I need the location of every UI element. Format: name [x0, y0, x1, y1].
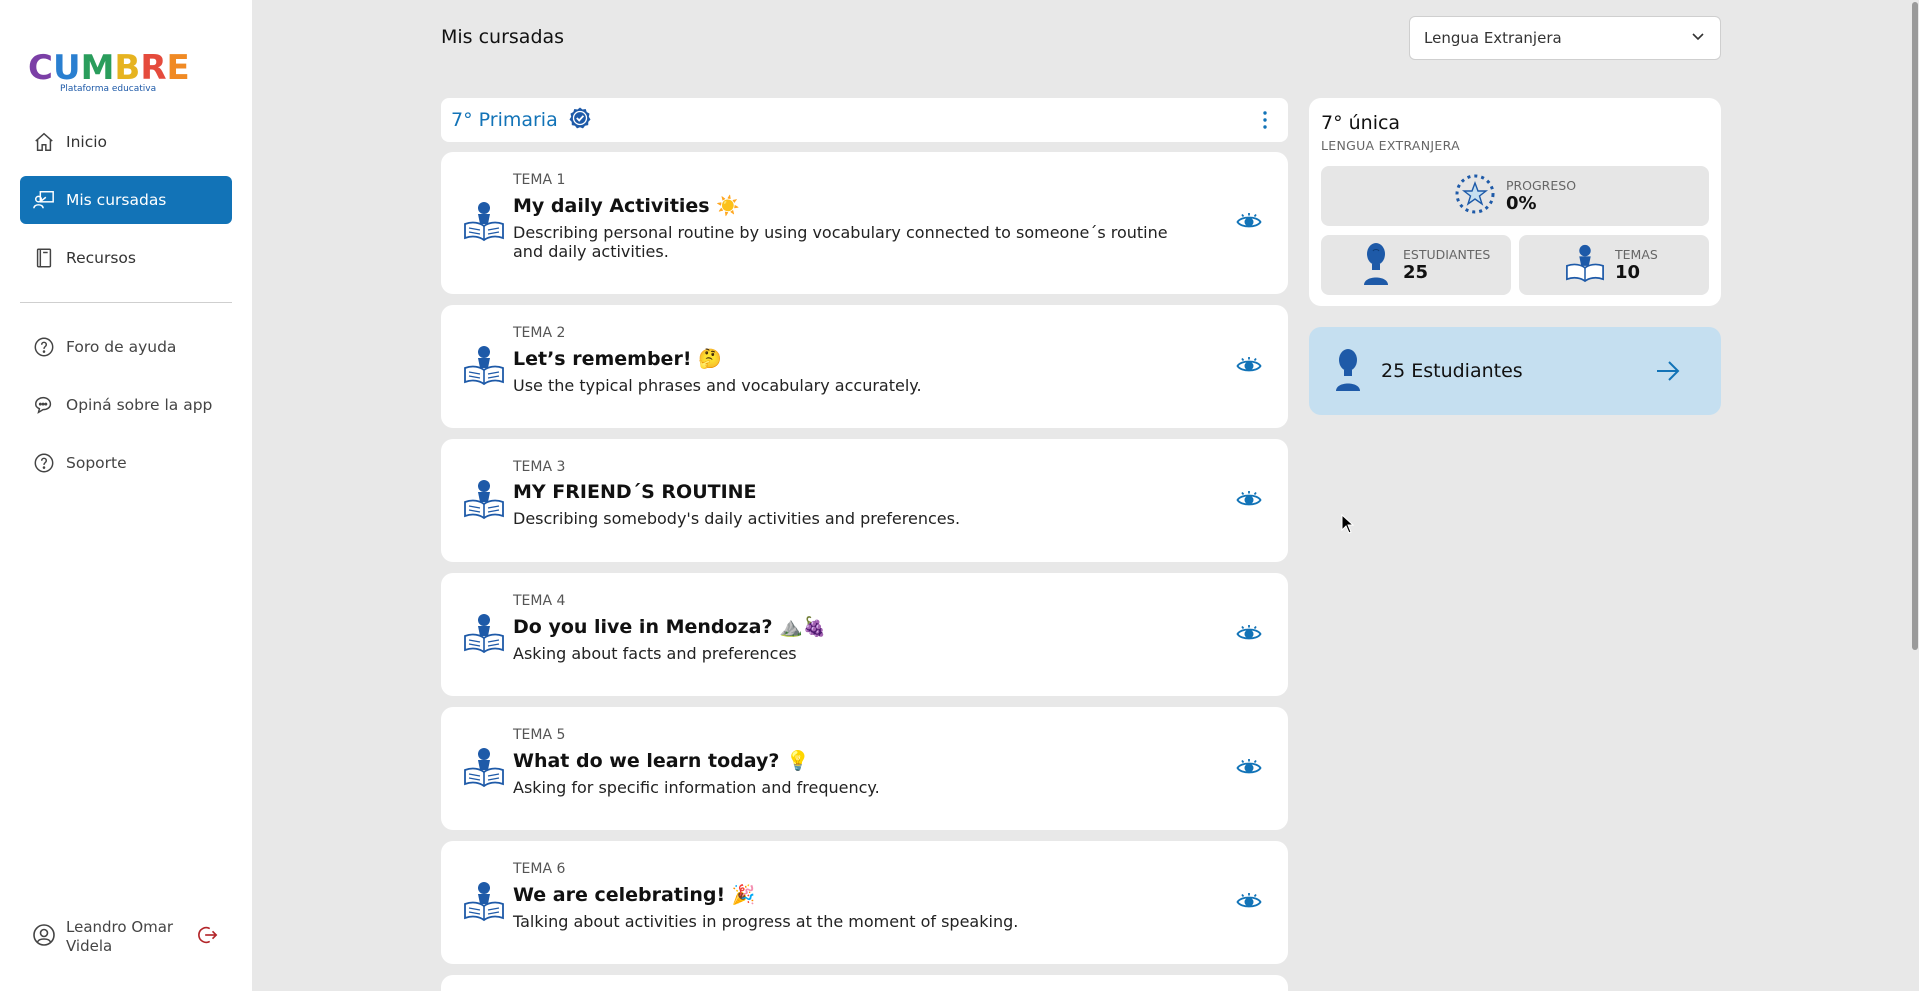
sidebar-item-label: Recursos — [66, 249, 136, 267]
topics-label: TEMAS — [1615, 247, 1658, 262]
sidebar-item-label: Foro de ayuda — [66, 338, 177, 356]
topic-number: TEMA 3 — [513, 459, 566, 475]
course-header: 7° Primaria — [441, 98, 1288, 142]
help-circle-icon — [32, 335, 56, 359]
topic-number: TEMA 2 — [513, 325, 566, 341]
topic-card[interactable]: TEMA 5 What do we learn today? 💡 Asking … — [441, 707, 1288, 830]
topic-number: TEMA 6 — [513, 861, 566, 877]
progress-star-icon — [1454, 173, 1496, 219]
topic-card[interactable]: TEMA 6 We are celebrating! 🎉 Talking abo… — [441, 841, 1288, 964]
eye-icon[interactable] — [1236, 891, 1262, 915]
progress-value: 0% — [1505, 193, 1537, 214]
cumbre-logo[interactable]: CUMBRE Plataforma educativa — [28, 48, 190, 100]
topic-number: TEMA 5 — [513, 727, 566, 743]
topic-description: Talking about activities in progress at … — [513, 912, 1019, 931]
topic-card[interactable]: TEMA 1 My daily Activities ☀️ Describing… — [441, 152, 1288, 294]
user-avatar-icon — [32, 923, 56, 951]
mouse-cursor-icon — [1341, 513, 1355, 538]
topics-value: 10 — [1615, 262, 1641, 283]
logout-icon[interactable] — [196, 924, 218, 950]
summary-subtitle: LENGUA EXTRANJERA — [1321, 138, 1460, 153]
chat-icon — [32, 393, 56, 417]
topic-description: Describing somebody's daily activities a… — [513, 509, 961, 528]
eye-icon[interactable] — [1236, 623, 1262, 647]
students-link-label: 25 Estudiantes — [1381, 360, 1523, 382]
sidebar-item-label: Soporte — [66, 454, 127, 472]
topic-description: Asking about facts and preferences — [513, 644, 797, 663]
topic-number: TEMA 1 — [513, 172, 566, 188]
topic-name: We are celebrating! 🎉 — [513, 884, 756, 906]
topic-name: MY FRIEND´S ROUTINE — [513, 481, 757, 503]
sidebar-item-label: Mis cursadas — [66, 191, 167, 209]
student-bust-icon — [1361, 241, 1391, 289]
student-bust-icon — [1333, 347, 1363, 395]
main-nav: Inicio Mis cursadas Recursos Foro de ayu… — [20, 118, 232, 497]
eye-icon[interactable] — [1236, 211, 1262, 235]
sidebar-item-foro[interactable]: Foro de ayuda — [20, 323, 232, 371]
topic-card[interactable]: TEMA 4 Do you live in Mendoza? ⛰️🍇 Askin… — [441, 573, 1288, 696]
subject-select[interactable]: Lengua Extranjera — [1409, 16, 1721, 60]
reading-student-icon — [463, 478, 505, 524]
subject-select-value: Lengua Extranjera — [1424, 29, 1562, 47]
reading-student-icon — [463, 612, 505, 658]
reading-student-icon — [463, 880, 505, 926]
page-scrollbar[interactable] — [1911, 0, 1919, 991]
students-value: 25 — [1403, 262, 1429, 283]
students-link-card[interactable]: 25 Estudiantes — [1309, 327, 1721, 415]
progress-label: PROGRESO — [1505, 178, 1577, 193]
students-stat: ESTUDIANTES 25 — [1321, 235, 1511, 295]
topic-description: Asking for specific information and freq… — [513, 778, 880, 797]
topic-description: Use the typical phrases and vocabulary a… — [513, 376, 922, 395]
course-title: 7° Primaria — [451, 109, 558, 131]
reading-student-icon — [463, 344, 505, 390]
sidebar-item-soporte[interactable]: Soporte — [20, 439, 232, 487]
topic-name: What do we learn today? 💡 — [513, 750, 810, 772]
topic-name: Let’s remember! 🤔 — [513, 348, 722, 370]
arrow-right-icon — [1655, 359, 1681, 387]
home-icon — [32, 130, 56, 154]
sidebar-item-label: Inicio — [66, 133, 108, 151]
sidebar-item-recursos[interactable]: Recursos — [20, 234, 232, 282]
verified-badge-icon — [568, 106, 592, 134]
topic-name: Do you live in Mendoza? ⛰️🍇 — [513, 616, 827, 638]
more-options-icon[interactable] — [1262, 108, 1268, 136]
eye-icon[interactable] — [1236, 355, 1262, 379]
topic-card[interactable] — [441, 975, 1288, 991]
reading-student-icon — [463, 200, 505, 246]
chevron-down-icon — [1690, 28, 1706, 48]
eye-icon[interactable] — [1236, 757, 1262, 781]
reading-student-icon — [1565, 241, 1605, 289]
students-label: ESTUDIANTES — [1403, 247, 1491, 262]
reading-student-icon — [463, 746, 505, 792]
logo-wordmark: CUMBRE — [28, 48, 190, 88]
summary-title: 7° única — [1321, 112, 1401, 134]
topic-card[interactable]: TEMA 3 MY FRIEND´S ROUTINE Describing so… — [441, 439, 1288, 562]
sidebar-item-inicio[interactable]: Inicio — [20, 118, 232, 166]
help-circle-icon — [32, 451, 56, 475]
sidebar-item-label: Opiná sobre la app — [66, 396, 213, 414]
topic-description: Describing personal routine by using voc… — [513, 223, 1168, 261]
topics-stat: TEMAS 10 — [1519, 235, 1709, 295]
classroom-icon — [32, 188, 56, 212]
topics-list: TEMA 1 My daily Activities ☀️ Describing… — [441, 152, 1288, 991]
sidebar: CUMBRE Plataforma educativa Inicio Mis c… — [0, 0, 252, 991]
course-summary-card: 7° única LENGUA EXTRANJERA PROGRESO 0% E… — [1309, 98, 1721, 306]
user-name: Leandro Omar Videla — [66, 918, 174, 955]
sidebar-divider — [20, 302, 232, 303]
book-icon — [32, 246, 56, 270]
topic-name: My daily Activities ☀️ — [513, 195, 740, 217]
user-profile[interactable]: Leandro Omar Videla — [32, 918, 222, 956]
page-title: Mis cursadas — [441, 26, 565, 48]
progress-box: PROGRESO 0% — [1321, 166, 1709, 226]
topic-number: TEMA 4 — [513, 593, 566, 609]
scrollbar-thumb[interactable] — [1912, 2, 1918, 650]
topic-card[interactable]: TEMA 2 Let’s remember! 🤔 Use the typical… — [441, 305, 1288, 428]
sidebar-item-opina[interactable]: Opiná sobre la app — [20, 381, 232, 429]
eye-icon[interactable] — [1236, 489, 1262, 513]
sidebar-item-mis-cursadas[interactable]: Mis cursadas — [20, 176, 232, 224]
